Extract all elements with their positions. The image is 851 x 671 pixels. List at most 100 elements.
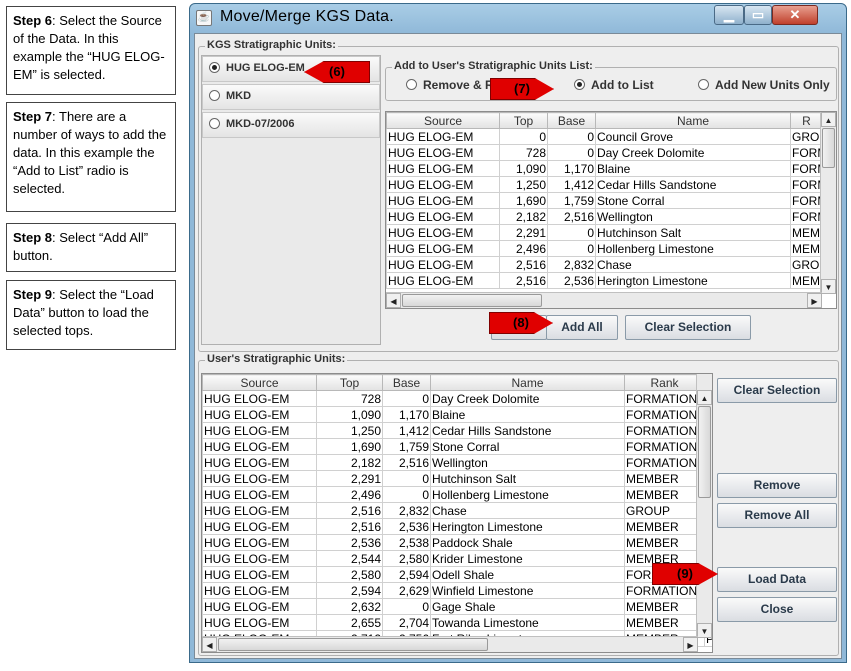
table-row[interactable]: HUG ELOG-EM2,2910Hutchinson SaltMEMB: [386, 224, 823, 241]
close-button[interactable]: Close: [717, 597, 837, 622]
table-row[interactable]: HUG ELOG-EM2,5802,594Odell ShaleFORMATIO…: [202, 566, 712, 583]
table-cell: Krider Limestone: [430, 550, 625, 567]
maximize-button[interactable]: ▭: [744, 5, 772, 25]
user-col-header[interactable]: Source: [202, 374, 317, 391]
table-row[interactable]: HUG ELOG-EM1,0901,170BlaineFORM: [386, 160, 823, 177]
table-row[interactable]: HUG ELOG-EM 2,536 2,538 Paddock Shale MEMBER…: [202, 534, 712, 551]
kgs-col-header[interactable]: R: [790, 112, 823, 129]
kgs-col-header[interactable]: Name: [595, 112, 791, 129]
close-window-button[interactable]: ✕: [772, 5, 818, 25]
kgs-col-header[interactable]: Base: [547, 112, 596, 129]
source-item-mkd-07-2006[interactable]: MKD-07/2006: [202, 112, 380, 138]
table-cell: 2,536: [382, 518, 431, 535]
table-row[interactable]: HUG ELOG-EM1,0901,170BlaineFORMATIONP: [202, 406, 712, 423]
step-6-label: Step 6: [13, 13, 53, 28]
table-row[interactable]: HUG ELOG-EM 2,516 2,536 Herington Limestone…: [386, 272, 823, 289]
remove-button[interactable]: Remove: [717, 473, 837, 498]
kgs-units-table[interactable]: Source Top Base Name R HUG ELOG-EM 0 0 Council …: [385, 111, 837, 309]
user-col-header[interactable]: Top: [316, 374, 383, 391]
scroll-up-icon[interactable]: ▲: [821, 112, 836, 127]
table-cell: HUG ELOG-EM: [202, 518, 317, 535]
scroll-left-icon[interactable]: ◀: [202, 637, 217, 652]
remove-all-button[interactable]: Remove All: [717, 503, 837, 528]
scroll-right-icon[interactable]: ▶: [807, 293, 822, 308]
radio-add-to-list[interactable]: [574, 79, 585, 91]
minimize-button[interactable]: ▁: [714, 5, 744, 25]
table-cell: HUG ELOG-EM: [202, 422, 317, 439]
user-col-header[interactable]: Rank: [624, 374, 705, 391]
table-row[interactable]: HUG ELOG-EM 2,496 0 Hollenberg Limestone MEM…: [386, 240, 823, 257]
table-cell: 2,516: [382, 454, 431, 471]
table-cell: 0: [382, 390, 431, 407]
radio-remove-replace[interactable]: [406, 79, 417, 91]
table-row[interactable]: HUG ELOG-EM 2,544 2,580 Krider Limestone MEM…: [202, 550, 712, 567]
table-cell: 1,690: [499, 192, 548, 209]
table-row[interactable]: HUG ELOG-EM 1,690 1,759 Stone Corral FORMATI…: [202, 438, 712, 455]
scroll-down-icon[interactable]: ▼: [697, 623, 712, 638]
table-row[interactable]: HUG ELOG-EM 1,250 1,412 Cedar Hills Sandsto…: [386, 176, 823, 193]
table-row[interactable]: HUG ELOG-EM2,6320Gage ShaleMEMBERP: [202, 598, 712, 615]
table-cell: 2,580: [382, 550, 431, 567]
scroll-right-icon[interactable]: ▶: [683, 637, 698, 652]
kgs-table-hscroll[interactable]: ◀ ▶: [386, 292, 822, 308]
user-vscroll-thumb[interactable]: [698, 406, 711, 498]
user-units-group: User's Stratigraphic Units: Source Top Bas…: [198, 353, 839, 656]
user-hscroll-thumb[interactable]: [218, 638, 488, 651]
kgs-table-vscroll[interactable]: ▲ ▼: [820, 112, 836, 294]
table-cell: 728: [499, 144, 548, 161]
option-add-new-units-only[interactable]: Add New Units Only: [698, 78, 830, 92]
radio-mkd[interactable]: [209, 89, 220, 101]
radio-add-new-units-only[interactable]: [698, 79, 709, 91]
table-row[interactable]: HUG ELOG-EM 2,496 0 Hollenberg Limestone MEM…: [202, 486, 712, 503]
user-col-header[interactable]: Base: [382, 374, 431, 391]
kgs-vscroll-thumb[interactable]: [822, 128, 835, 168]
add-all-button[interactable]: Add All: [546, 315, 618, 340]
table-cell: 2,536: [316, 534, 383, 551]
table-row[interactable]: HUG ELOG-EM 2,182 2,516 Wellington FORMATION…: [202, 454, 712, 471]
table-cell: MEMBER: [624, 486, 705, 503]
step-8-label: Step 8: [13, 230, 53, 245]
source-item-mkd[interactable]: MKD: [202, 84, 380, 110]
user-table-hscroll[interactable]: ◀ ▶: [202, 636, 698, 652]
scroll-up-icon[interactable]: ▲: [697, 390, 712, 405]
table-row[interactable]: HUG ELOG-EM7280Day Creek DolomiteFORM: [386, 144, 823, 161]
radio-hug-elog-em[interactable]: [209, 61, 220, 73]
step-9-box: Step 9: Select the “Load Data” button to…: [6, 280, 176, 350]
table-cell: 1,412: [547, 176, 596, 193]
table-row[interactable]: HUG ELOG-EM2,1822,516WellingtonFORM: [386, 208, 823, 225]
user-col-header[interactable]: Name: [430, 374, 625, 391]
clear-selection-button[interactable]: Clear Selection: [717, 378, 837, 403]
user-units-table[interactable]: Source Top Base Name Rank HUG ELOG-EM 728 0 Day…: [201, 373, 713, 653]
clear-selection-top-button[interactable]: Clear Selection: [625, 315, 751, 340]
table-cell: Herington Limestone: [430, 518, 625, 535]
load-data-button[interactable]: Load Data: [717, 567, 837, 592]
table-row[interactable]: HUG ELOG-EM2,5162,832ChaseGROUPP: [202, 502, 712, 519]
step-7-box: Step 7: There are a number of ways to ad…: [6, 102, 176, 212]
table-cell: 1,412: [382, 422, 431, 439]
kgs-col-header[interactable]: Source: [386, 112, 500, 129]
scroll-down-icon[interactable]: ▼: [821, 279, 836, 294]
table-row[interactable]: HUG ELOG-EM 2,594 2,629 Winfield Limestone F…: [202, 582, 712, 599]
table-row[interactable]: HUG ELOG-EM 728 0 Day Creek Dolomite FORMATI…: [202, 390, 712, 407]
table-row[interactable]: HUG ELOG-EM00Council GroveGROU: [386, 128, 823, 145]
title-bar[interactable]: ☕ Move/Merge KGS Data. ▁ ▭ ✕: [190, 4, 846, 32]
table-row[interactable]: HUG ELOG-EM 2,655 2,704 Towanda Limestone ME…: [202, 614, 712, 631]
table-cell: FORM: [790, 160, 823, 177]
scroll-left-icon[interactable]: ◀: [386, 293, 401, 308]
table-cell: HUG ELOG-EM: [386, 224, 500, 241]
table-cell: 1,759: [382, 438, 431, 455]
table-cell: 1,090: [499, 160, 548, 177]
radio-mkd-07-2006[interactable]: [209, 117, 220, 129]
table-row[interactable]: HUG ELOG-EM2,5162,832ChaseGROU: [386, 256, 823, 273]
kgs-hscroll-thumb[interactable]: [402, 294, 542, 307]
table-cell: 2,580: [316, 566, 383, 583]
table-row[interactable]: HUG ELOG-EM 2,516 2,536 Herington Limestone…: [202, 518, 712, 535]
table-row[interactable]: HUG ELOG-EM2,2910Hutchinson SaltMEMBERP: [202, 470, 712, 487]
user-table-vscroll[interactable]: ▲ ▼: [696, 374, 712, 638]
table-cell: HUG ELOG-EM: [386, 272, 500, 289]
table-row[interactable]: HUG ELOG-EM 1,250 1,412 Cedar Hills Sandsto…: [202, 422, 712, 439]
table-cell: HUG ELOG-EM: [202, 582, 317, 599]
table-row[interactable]: HUG ELOG-EM1,6901,759Stone CorralFORM: [386, 192, 823, 209]
kgs-col-header[interactable]: Top: [499, 112, 548, 129]
option-add-to-list[interactable]: Add to List: [574, 78, 654, 92]
